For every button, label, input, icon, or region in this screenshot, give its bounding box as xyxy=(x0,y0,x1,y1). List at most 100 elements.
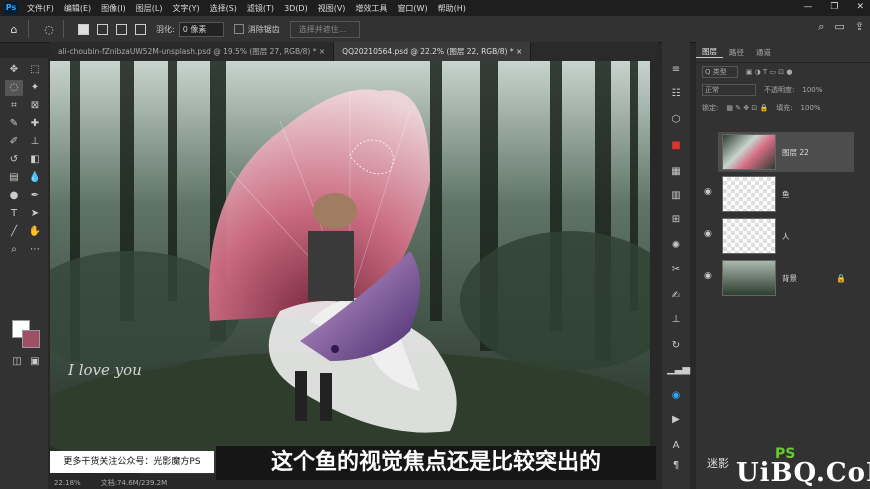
stamp-tool-icon[interactable]: ⊥ xyxy=(26,134,44,150)
eye-icon[interactable]: ◉ xyxy=(704,187,712,197)
quick-mask-icon[interactable]: ◫ xyxy=(8,354,26,370)
add-selection-icon[interactable] xyxy=(97,23,108,35)
play-icon[interactable]: ▶ xyxy=(667,412,685,428)
clone-source-icon[interactable]: ⊥ xyxy=(667,312,685,328)
workspace-icon[interactable]: ▭ xyxy=(834,20,844,34)
line-tool-icon[interactable]: ╱ xyxy=(5,224,23,240)
layer-row[interactable]: 图层 22 xyxy=(718,132,854,172)
brush-tool-icon[interactable]: ✐ xyxy=(5,134,23,150)
search-icon[interactable]: ⌕ xyxy=(818,20,824,34)
tab-layers[interactable]: 图层 xyxy=(696,46,723,58)
lock-row: 锁定: ▦ ✎ ✥ ⊡ 🔒 填充: 100% xyxy=(696,99,870,117)
history-brush-icon[interactable]: ↺ xyxy=(5,152,23,168)
lasso-preset-icon[interactable]: ◌ xyxy=(41,21,57,37)
minimize-icon[interactable]: — xyxy=(803,2,812,12)
new-selection-icon[interactable] xyxy=(78,23,89,35)
histogram-icon[interactable]: ▁▃▅ xyxy=(667,362,690,378)
properties-icon[interactable]: ≡ xyxy=(667,62,685,78)
gradients-icon[interactable]: ▥ xyxy=(667,188,685,204)
blend-row: 正常 不透明度: 100% xyxy=(696,81,870,99)
more-tools-icon[interactable]: ⋯ xyxy=(26,242,44,258)
marquee-tool-icon[interactable]: ⬚ xyxy=(26,62,44,78)
feather-input[interactable]: 0 像素 xyxy=(178,21,224,37)
layer-thumbnail xyxy=(722,218,776,254)
blur-tool-icon[interactable]: 💧 xyxy=(26,170,44,186)
tab-label: QQ20210564.psd @ 22.2% (图层 22, RGB/8) * xyxy=(342,47,514,56)
share-icon[interactable]: ⇪ xyxy=(855,20,864,34)
tools-panel: ✥ ⬚ ◌ ✦ ⌗ ⊠ ✎ ✚ ✐ ⊥ ↺ ◧ ▤ 💧 ● ✒ T ➤ ╱ ✋ … xyxy=(0,58,48,489)
brushes-icon[interactable]: ✺ xyxy=(667,238,685,254)
history-icon[interactable]: ↻ xyxy=(667,338,685,354)
menu-3d[interactable]: 3D(D) xyxy=(279,4,313,13)
layer-thumbnail xyxy=(722,260,776,296)
type-tool-icon[interactable]: T xyxy=(5,206,23,222)
layer-filter-select[interactable]: Q 类型 xyxy=(702,66,738,78)
dodge-tool-icon[interactable]: ● xyxy=(5,188,23,204)
paragraph-icon[interactable]: ¶ xyxy=(667,458,685,474)
menu-plugins[interactable]: 增效工具 xyxy=(350,3,392,14)
layer-row[interactable]: 背景 🔒 xyxy=(718,258,854,298)
tab-close-icon[interactable]: × xyxy=(319,47,325,56)
menu-select[interactable]: 选择(S) xyxy=(205,3,242,14)
eraser-tool-icon[interactable]: ◧ xyxy=(26,152,44,168)
crop-tool-icon[interactable]: ⌗ xyxy=(5,98,23,114)
tab-channels[interactable]: 通道 xyxy=(750,47,777,58)
healing-brush-icon[interactable]: ✚ xyxy=(26,116,44,132)
path-selection-icon[interactable]: ➤ xyxy=(26,206,44,222)
tab-paths[interactable]: 路径 xyxy=(723,47,750,58)
menu-window[interactable]: 窗口(W) xyxy=(392,3,432,14)
menu-layer[interactable]: 图层(L) xyxy=(131,3,168,14)
fill-input[interactable]: 100% xyxy=(801,104,821,112)
pen-tool-icon[interactable]: ✒ xyxy=(26,188,44,204)
tab-document-1[interactable]: ali-choubin-fZnibzaUW52M-unsplash.psd @ … xyxy=(50,42,335,61)
eyedropper-icon[interactable]: ✎ xyxy=(5,116,23,132)
eye-icon[interactable]: ◉ xyxy=(704,271,712,281)
zoom-tool-icon[interactable]: ⌕ xyxy=(5,242,23,258)
home-icon[interactable]: ⌂ xyxy=(6,21,22,37)
close-icon[interactable]: ✕ xyxy=(856,2,864,12)
tab-close-icon[interactable]: × xyxy=(516,47,522,56)
subtract-selection-icon[interactable] xyxy=(116,23,127,35)
zoom-readout[interactable]: 22.18% xyxy=(54,479,81,487)
antialias-checkbox[interactable] xyxy=(233,24,244,34)
screen-mode-icon[interactable]: ▣ xyxy=(26,354,44,370)
opacity-input[interactable]: 100% xyxy=(802,86,822,94)
lasso-tool-icon[interactable]: ◌ xyxy=(5,80,23,96)
navigator-icon[interactable]: ◉ xyxy=(667,388,685,404)
frame-tool-icon[interactable]: ⊠ xyxy=(26,98,44,114)
gradient-tool-icon[interactable]: ▤ xyxy=(5,170,23,186)
menu-edit[interactable]: 编辑(E) xyxy=(59,3,96,14)
eye-icon[interactable]: ◉ xyxy=(704,229,712,239)
menu-image[interactable]: 图像(I) xyxy=(96,3,131,14)
swatches-icon[interactable]: ▦ xyxy=(667,164,685,180)
menu-file[interactable]: 文件(F) xyxy=(22,3,59,14)
character-icon[interactable]: A xyxy=(667,438,685,454)
layer-name: 图层 22 xyxy=(782,147,809,157)
panel-tabs: 图层 路径 通道 xyxy=(696,42,870,63)
restore-icon[interactable]: ❐ xyxy=(830,2,838,12)
menu-type[interactable]: 文字(Y) xyxy=(167,3,204,14)
layer-row[interactable]: 鱼 xyxy=(718,174,854,214)
canvas-image[interactable]: I love you xyxy=(50,61,650,474)
lock-icons[interactable]: ▦ ✎ ✥ ⊡ 🔒 xyxy=(726,104,768,112)
filter-icons[interactable]: ▣ ◑ T ▭ ⊡ ● xyxy=(746,68,793,76)
layer-row[interactable]: 人 xyxy=(718,216,854,256)
3d-icon[interactable]: ⬡ xyxy=(667,112,685,128)
move-tool-icon[interactable]: ✥ xyxy=(5,62,23,78)
adjustments-icon[interactable]: ☷ xyxy=(667,86,685,102)
patterns-icon[interactable]: ⊞ xyxy=(667,212,685,228)
actions-icon[interactable]: ✍ xyxy=(667,288,685,304)
tab-document-2[interactable]: QQ20210564.psd @ 22.2% (图层 22, RGB/8) * … xyxy=(334,42,532,61)
menu-help[interactable]: 帮助(H) xyxy=(433,3,471,14)
menu-filter[interactable]: 滤镜(T) xyxy=(242,3,279,14)
menu-view[interactable]: 视图(V) xyxy=(313,3,351,14)
select-and-mask-button[interactable]: 选择并遮住... xyxy=(289,20,360,38)
doc-size-readout: 文档:74.6M/239.2M xyxy=(100,478,168,487)
color-icon[interactable]: ■ xyxy=(667,138,685,154)
magic-wand-icon[interactable]: ✦ xyxy=(26,80,44,96)
background-color-swatch[interactable] xyxy=(22,330,40,348)
tools-preset-icon[interactable]: ✂ xyxy=(667,262,685,278)
blend-mode-select[interactable]: 正常 xyxy=(702,84,756,96)
hand-tool-icon[interactable]: ✋ xyxy=(26,224,44,240)
intersect-selection-icon[interactable] xyxy=(135,23,146,35)
